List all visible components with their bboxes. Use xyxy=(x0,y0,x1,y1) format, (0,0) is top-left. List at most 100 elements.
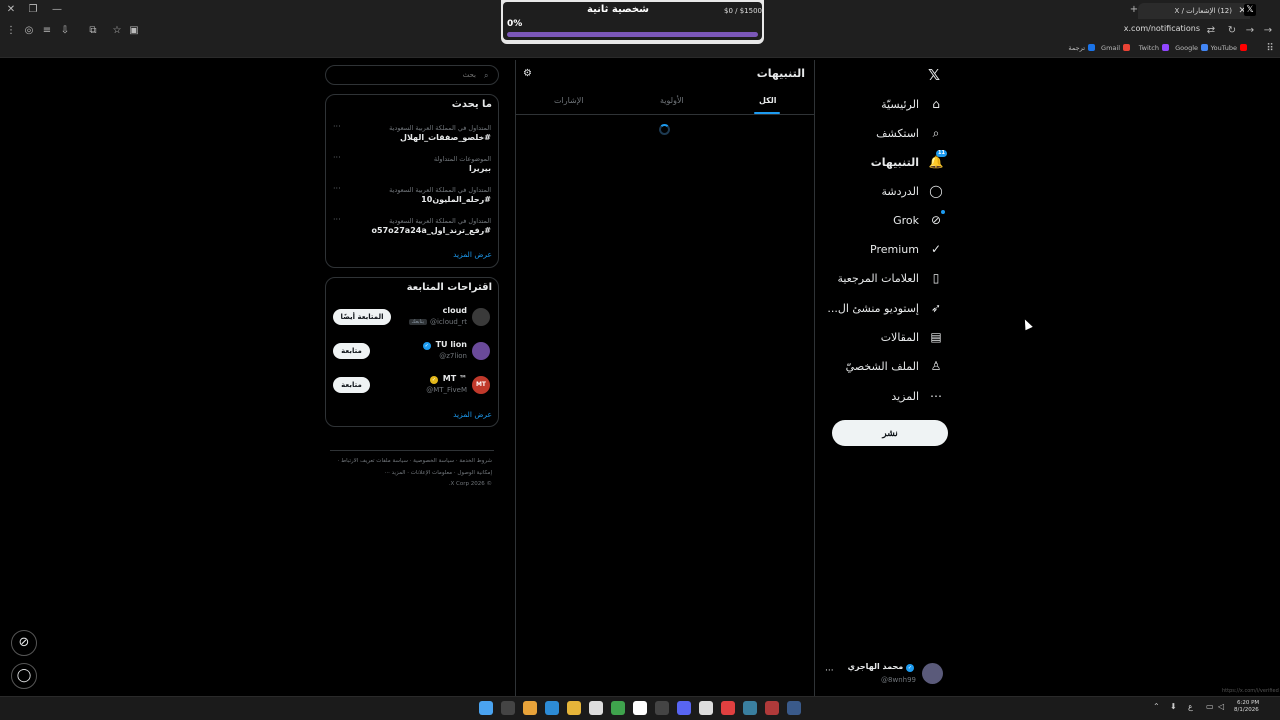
suggestion-avatar[interactable]: MT xyxy=(472,376,490,394)
trend-more-icon[interactable]: ··· xyxy=(333,153,341,162)
volume-icon[interactable]: ◁ xyxy=(1218,702,1224,711)
follow-button[interactable]: متابعة xyxy=(333,377,370,393)
app-icon-5[interactable] xyxy=(699,701,713,715)
suggestion-name-text: MT ™ xyxy=(442,374,467,383)
discord-icon[interactable] xyxy=(677,701,691,715)
trends-show-more-link[interactable]: عرض المزيد xyxy=(453,250,492,259)
nav-item-rocket[interactable]: ➶ إستوديو منشئ ال... xyxy=(827,298,943,318)
nav-item-search[interactable]: ⌕ استكشف xyxy=(876,123,943,143)
x-logo-icon[interactable]: 𝕏 xyxy=(928,66,940,84)
suggestion-avatar[interactable] xyxy=(472,308,490,326)
tray-app-icon[interactable]: ⬇ xyxy=(1170,702,1177,711)
nav-item-grok[interactable]: ⊘ Grok xyxy=(893,210,945,230)
follow-show-more-link[interactable]: عرض المزيد xyxy=(453,410,492,419)
grok-float-icon[interactable]: ⊘ xyxy=(11,630,37,656)
tray-lang-icon[interactable]: ع xyxy=(1188,702,1193,711)
nav-item-bell[interactable]: 🔔 11 التنبيهات xyxy=(871,150,947,172)
follow-title: اقتراحات المتابعة xyxy=(406,282,492,293)
profile-avatar[interactable] xyxy=(922,663,943,684)
windows-start-icon[interactable] xyxy=(479,701,493,715)
follow-button[interactable]: متابعة xyxy=(333,343,370,359)
suggestion-name[interactable]: ✓ MT ™ xyxy=(430,374,467,384)
chrome-icon[interactable] xyxy=(523,701,537,715)
footer-links-1[interactable]: شروط الخدمة · سياسة الخصوصية · سياسة ملف… xyxy=(338,458,492,464)
suggestion-name-text: cloud xyxy=(442,306,467,315)
app-icon-7[interactable] xyxy=(743,701,757,715)
settings-gear-icon[interactable]: ⚙ xyxy=(523,68,532,79)
suggestion-avatar[interactable] xyxy=(472,342,490,360)
profile-name[interactable]: ✓ محمد الهاجري xyxy=(848,662,916,672)
account-menu-icon[interactable]: ··· xyxy=(825,666,834,676)
steam-icon[interactable] xyxy=(787,701,801,715)
suggestion-name[interactable]: ✓ TU lion xyxy=(422,340,467,350)
trend-more-icon[interactable]: ··· xyxy=(333,122,341,131)
status-bar-url: https://x.com/i/verified xyxy=(1222,688,1279,694)
nav-item-article[interactable]: ▤ المقالات xyxy=(881,327,943,347)
search-input[interactable] xyxy=(325,65,499,85)
nav-item-label: إستوديو منشئ ال... xyxy=(827,301,919,315)
star-icon[interactable]: ☆ xyxy=(110,21,124,41)
tab-priority[interactable]: الأولوية xyxy=(660,96,684,105)
app-icon-1[interactable] xyxy=(589,701,603,715)
trend-topic[interactable]: #رحله_المليون10 xyxy=(421,195,491,204)
clock-time[interactable]: 6:20 PM xyxy=(1237,700,1259,706)
trend-meta: المتداول في المملكة العربية السعودية xyxy=(389,124,491,132)
edge-icon[interactable] xyxy=(545,701,559,715)
nav-item-profile[interactable]: ♙ الملف الشخصيّ xyxy=(846,356,943,376)
suggestion-name[interactable]: cloud xyxy=(443,306,467,315)
nav-item-chat[interactable]: ◯ الدردشة xyxy=(881,181,943,201)
trend-topic[interactable]: بيريرا xyxy=(469,164,491,173)
bookmark-item[interactable]: YouTube xyxy=(1211,44,1247,52)
apps-grid-icon[interactable]: ⠿ xyxy=(1263,39,1277,59)
bookmark-item[interactable]: Gmail xyxy=(1101,44,1130,52)
network-icon[interactable]: ▭ xyxy=(1206,702,1214,711)
extensions-puzzle-icon[interactable]: ⧉ xyxy=(86,21,100,41)
premium-icon: ✓ xyxy=(930,242,942,256)
trend-topic[interactable]: #خلصو_صفقات_الهلال xyxy=(400,133,491,142)
trend-more-icon[interactable]: ··· xyxy=(333,184,341,193)
extension-icon[interactable]: ◎ xyxy=(22,21,36,41)
bookmark-item[interactable]: Twitch xyxy=(1139,44,1169,52)
address-bar[interactable]: x.com/notifications xyxy=(1124,24,1200,33)
suggestion-handle: @MT_FiveM xyxy=(426,386,467,394)
trend-topic[interactable]: #رفع_ترند_اول_o57o27a24a xyxy=(372,226,491,235)
app-icon-2[interactable] xyxy=(611,701,625,715)
footer-links-2[interactable]: إمكانية الوصول · معلومات الإعلانات · الم… xyxy=(385,470,492,476)
tab-all[interactable]: الكل xyxy=(759,96,777,105)
nav-item-more[interactable]: ⋯ المزيد xyxy=(891,386,943,406)
chat-float-icon[interactable]: ◯ xyxy=(11,663,37,689)
download-icon[interactable]: ⇩ xyxy=(58,21,72,41)
tab-mentions[interactable]: الإشارات xyxy=(554,96,584,105)
cast-icon[interactable]: ▣ xyxy=(127,21,141,41)
nav-item-bookmark[interactable]: ▯ العلامات المرجعية xyxy=(837,268,943,288)
nav-item-premium[interactable]: ✓ Premium xyxy=(870,239,943,259)
bookmark-item[interactable]: Google xyxy=(1175,44,1208,52)
file-explorer-icon[interactable] xyxy=(567,701,581,715)
tune-icon[interactable]: ⇄ xyxy=(1204,21,1218,41)
trend-more-icon[interactable]: ··· xyxy=(333,215,341,224)
tabs-divider xyxy=(516,114,814,115)
extension-icon-2[interactable]: ≡ xyxy=(40,21,54,41)
app-icon-6[interactable] xyxy=(721,701,735,715)
close-window-icon[interactable]: ✕ xyxy=(4,0,18,20)
forward-icon[interactable]: → xyxy=(1243,21,1257,41)
clock-date[interactable]: 8/1/2026 xyxy=(1234,707,1259,713)
nav-item-label: Grok xyxy=(893,213,919,227)
home-icon: ⌂ xyxy=(932,97,940,111)
bookmark-item[interactable]: ترجمة xyxy=(1068,44,1095,52)
nav-item-home[interactable]: ⌂ الرئيسيّة xyxy=(881,94,943,114)
menu-dots-icon[interactable]: ⋮ xyxy=(4,21,18,41)
post-button[interactable]: نشر xyxy=(832,420,948,446)
minimize-window-icon[interactable]: — xyxy=(50,0,64,20)
app-icon-3[interactable] xyxy=(633,701,647,715)
overlay-progress-bar xyxy=(507,32,758,37)
tray-chevron-icon[interactable]: ⌃ xyxy=(1153,702,1160,711)
browser-tab[interactable]: (12) الإشعارات / X ✕ xyxy=(1138,3,1250,19)
app-icon-8[interactable] xyxy=(765,701,779,715)
app-icon-4[interactable] xyxy=(655,701,669,715)
reload-icon[interactable]: ↻ xyxy=(1225,21,1239,41)
back-icon[interactable]: → xyxy=(1261,21,1275,41)
follow-button[interactable]: المتابعة أيضًا xyxy=(333,309,391,325)
taskbar-search-icon[interactable] xyxy=(501,701,515,715)
restore-window-icon[interactable]: ❐ xyxy=(26,0,40,20)
